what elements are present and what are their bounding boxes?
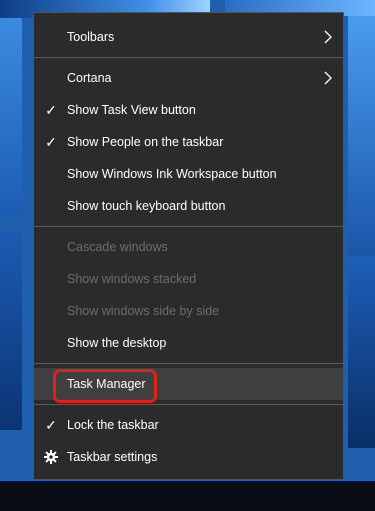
menu-item-windows-side-by-side: Show windows side by side [34,295,343,327]
taskbar-context-menu: Toolbars Cortana ✓ Show Task View button… [33,12,344,480]
wallpaper-pane [0,18,22,218]
menu-item-show-touch-keyboard[interactable]: Show touch keyboard button [34,190,343,222]
menu-item-show-ink-workspace[interactable]: Show Windows Ink Workspace button [34,158,343,190]
menu-separator [34,226,343,227]
menu-item-windows-stacked: Show windows stacked [34,263,343,295]
menu-item-label: Show touch keyboard button [67,199,226,213]
desktop: Toolbars Cortana ✓ Show Task View button… [0,0,375,511]
menu-item-label: Show People on the taskbar [67,135,224,149]
menu-item-label: Show windows side by side [67,304,220,318]
menu-item-cortana[interactable]: Cortana [34,62,343,94]
menu-item-lock-taskbar[interactable]: ✓ Lock the taskbar [34,409,343,441]
wallpaper-pane [348,258,375,448]
menu-item-label: Cascade windows [67,240,168,254]
menu-item-label: Toolbars [67,30,115,44]
menu-item-taskbar-settings[interactable]: Taskbar settings [34,441,343,473]
menu-item-cascade-windows: Cascade windows [34,231,343,263]
menu-item-label: Show windows stacked [67,272,197,286]
menu-separator [34,404,343,405]
menu-item-toolbars[interactable]: Toolbars [34,21,343,53]
chevron-right-icon [324,30,332,44]
wallpaper-pane [0,230,22,430]
wallpaper-pane [348,16,375,256]
taskbar[interactable] [0,481,375,511]
menu-item-label: Task Manager [67,377,146,391]
menu-item-label: Cortana [67,71,112,85]
menu-item-label: Taskbar settings [67,450,158,464]
gear-icon [44,450,58,464]
menu-separator [34,57,343,58]
menu-item-show-task-view[interactable]: ✓ Show Task View button [34,94,343,126]
menu-item-label: Show Windows Ink Workspace button [67,167,277,181]
checkmark-icon: ✓ [45,102,57,118]
menu-item-show-people[interactable]: ✓ Show People on the taskbar [34,126,343,158]
checkmark-icon: ✓ [45,134,57,150]
menu-item-label: Show Task View button [67,103,196,117]
chevron-right-icon [324,71,332,85]
menu-item-label: Show the desktop [67,336,167,350]
menu-separator [34,363,343,364]
menu-item-label: Lock the taskbar [67,418,159,432]
checkmark-icon: ✓ [45,417,57,433]
menu-item-task-manager[interactable]: Task Manager [34,368,343,400]
menu-item-show-desktop[interactable]: Show the desktop [34,327,343,359]
